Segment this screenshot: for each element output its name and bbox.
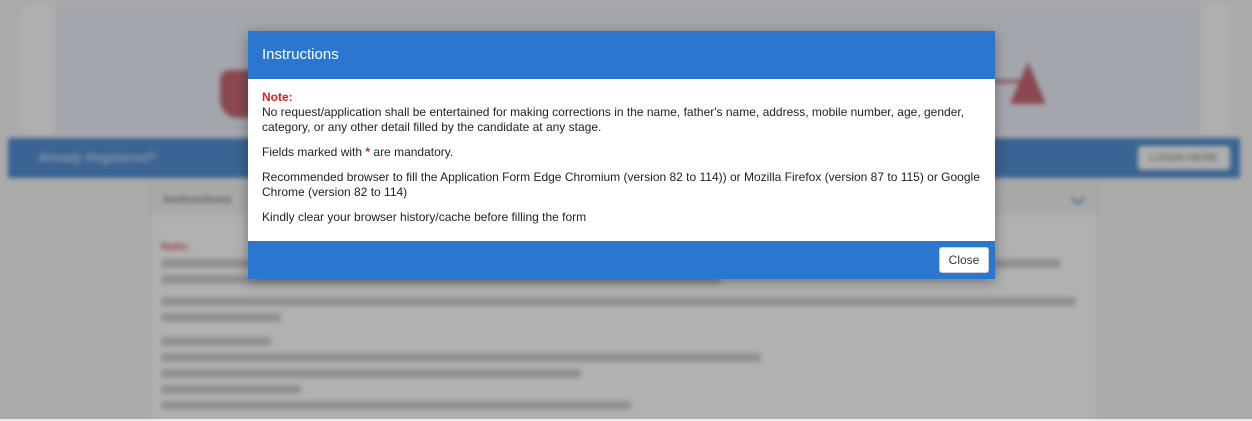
mandatory-prefix: Fields marked with bbox=[262, 145, 363, 159]
required-asterisk: * bbox=[365, 145, 371, 159]
cache-paragraph: Kindly clear your browser history/cache … bbox=[262, 210, 587, 224]
note-label: Note: bbox=[262, 90, 293, 104]
instructions-modal: Instructions Note: No request/applicatio… bbox=[248, 31, 995, 279]
modal-title: Instructions bbox=[262, 46, 339, 63]
mandatory-paragraph: Fields marked with * are mandatory. bbox=[262, 145, 981, 160]
close-button[interactable]: Close bbox=[939, 247, 989, 273]
modal-body: Note: No request/application shall be en… bbox=[248, 79, 995, 225]
note-paragraph: Note: No request/application shall be en… bbox=[262, 90, 981, 135]
mandatory-suffix: are mandatory. bbox=[373, 145, 454, 159]
modal-footer: Close bbox=[248, 241, 995, 279]
note-text: No request/application shall be entertai… bbox=[262, 105, 965, 134]
browser-paragraph: Recommended browser to fill the Applicat… bbox=[262, 170, 980, 199]
modal-header: Instructions bbox=[248, 31, 995, 79]
